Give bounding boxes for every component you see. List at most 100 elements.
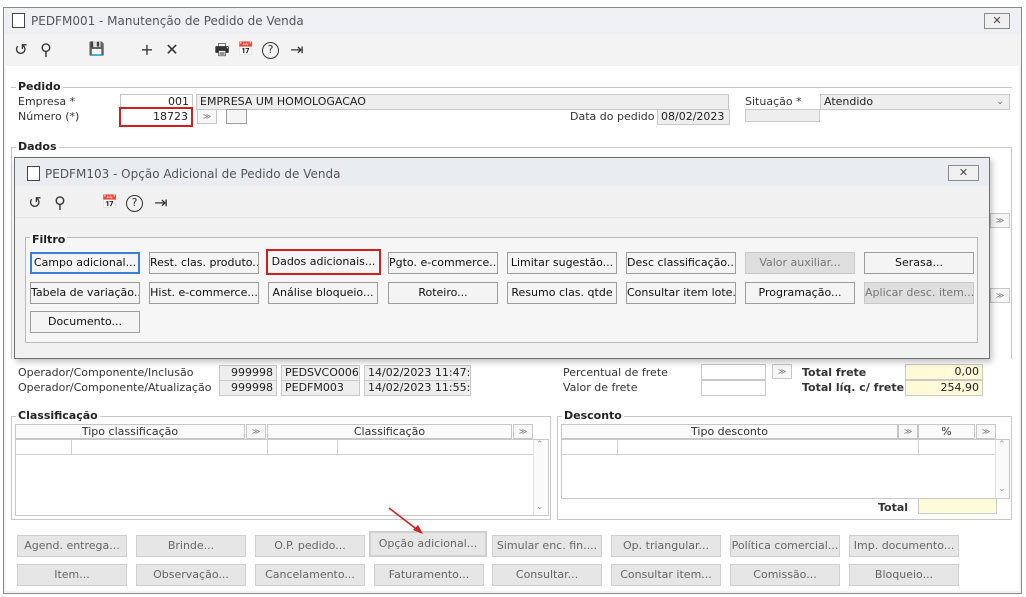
desconto-col-tipo-filter[interactable]: ≫ (898, 424, 918, 439)
consultar-button[interactable]: Consultar... (492, 564, 602, 586)
item-button[interactable]: Item... (17, 564, 127, 586)
desconto-group-title: Desconto (562, 409, 624, 422)
op-atualizacao-label: Operador/Componente/Atualização (18, 381, 212, 394)
save-icon[interactable]: 💾 (87, 40, 107, 60)
imp-documento-button[interactable]: Imp. documento... (849, 535, 959, 557)
desconto-col-tipo[interactable]: Tipo desconto (561, 424, 898, 439)
op-inclusao-code: 999998 (219, 365, 277, 381)
scroll-down-icon[interactable]: ⌄ (998, 484, 1006, 494)
numero-extra-button[interactable] (226, 109, 247, 124)
tabela-variacao-button[interactable]: Tabela de variação... (30, 282, 140, 304)
op-atualizacao-comp: PEDFM003 (281, 380, 360, 396)
data-pedido-field: 08/02/2023 (657, 109, 730, 125)
valor-auxiliar-button[interactable]: Valor auxiliar... (745, 252, 855, 274)
cancelamento-button[interactable]: Cancelamento... (255, 564, 365, 586)
print-icon[interactable]: 🖶 (212, 40, 232, 60)
resumo-clas-qtde-button[interactable]: Resumo clas. qtde (507, 282, 617, 304)
limitar-sugestao-button[interactable]: Limitar sugestão... (507, 252, 617, 274)
situacao-label: Situação * (745, 95, 802, 108)
dados-adicionais-button[interactable]: Dados adicionais... (266, 249, 381, 275)
agend-entrega-button[interactable]: Agend. entrega... (17, 535, 127, 557)
exit-icon[interactable]: ⇥ (287, 40, 307, 60)
dados-side-button-2[interactable]: ≫ (990, 288, 1010, 303)
classificacao-col-classificacao[interactable]: Classificação (267, 424, 512, 439)
classificacao-col-sep-2 (267, 440, 268, 454)
calendar-icon[interactable]: 📅 (236, 40, 256, 60)
calendar-icon[interactable]: 📅 (100, 193, 120, 213)
valor-frete-field[interactable] (701, 380, 766, 396)
numero-label: Número (*) (18, 110, 80, 123)
classificacao-col-sep-1 (71, 440, 72, 454)
bloqueio-button[interactable]: Bloqueio... (849, 564, 959, 586)
total-frete-label: Total frete (802, 366, 867, 379)
scroll-up-icon[interactable]: ⌃ (536, 440, 544, 450)
classificacao-col-tipo[interactable]: Tipo classificação (15, 424, 245, 439)
op-pedido-button[interactable]: O.P. pedido... (255, 535, 365, 557)
comissao-button[interactable]: Comissão... (730, 564, 840, 586)
consultar-item-button[interactable]: Consultar item... (611, 564, 721, 586)
consultar-item-lote-button[interactable]: Consultar item lote... (626, 282, 736, 304)
refresh-icon[interactable]: ↺ (25, 193, 45, 213)
search-icon[interactable]: ⚲ (36, 40, 56, 60)
annotation-arrow (388, 507, 423, 534)
brinde-button[interactable]: Brinde... (136, 535, 246, 557)
op-atualizacao-code: 999998 (219, 380, 277, 396)
classificacao-col-filter[interactable]: ≫ (513, 424, 533, 439)
add-icon[interactable]: + (137, 40, 157, 60)
help-icon[interactable]: ? (262, 42, 279, 59)
situacao-extra-field (745, 109, 820, 122)
politica-comercial-button[interactable]: Política comercial... (730, 535, 840, 557)
pgto-ecommerce-button[interactable]: Pgto. e-commerce... (388, 252, 498, 274)
situacao-select[interactable]: Atendido (820, 94, 1010, 110)
delete-icon[interactable]: ✕ (162, 40, 182, 60)
numero-field[interactable]: 18723 (119, 107, 193, 127)
desconto-col-percent-filter[interactable]: ≫ (976, 424, 996, 439)
op-triangular-button[interactable]: Op. triangular... (611, 535, 721, 557)
scroll-down-icon[interactable]: ⌄ (536, 502, 544, 512)
percentual-frete-label: Percentual de frete (563, 366, 668, 379)
main-close-button[interactable]: ✕ (984, 13, 1010, 29)
filtro-group-title: Filtro (30, 233, 68, 246)
campo-adicional-button[interactable]: Campo adicional... (30, 252, 140, 274)
percentual-frete-field[interactable] (701, 364, 766, 380)
desc-classificacao-button[interactable]: Desc classificação... (626, 252, 736, 274)
pedido-group-title: Pedido (16, 80, 63, 93)
desconto-col-sep-1 (617, 440, 618, 454)
help-icon[interactable]: ? (126, 195, 143, 212)
numero-lookup-button[interactable]: ≫ (197, 109, 217, 124)
desconto-total-label: Total (878, 501, 909, 514)
aplicar-desc-item-button[interactable]: Aplicar desc. item... (864, 282, 974, 304)
simular-enc-fin-button[interactable]: Simular enc. fin.... (492, 535, 602, 557)
hist-ecommerce-button[interactable]: Hist. e-commerce... (149, 282, 259, 304)
refresh-icon[interactable]: ↺ (11, 40, 31, 60)
empresa-name-field: EMPRESA UM HOMOLOGACAO (196, 94, 729, 110)
desconto-col-percent[interactable]: % (918, 424, 975, 439)
frete-lookup-button[interactable]: ≫ (772, 364, 792, 379)
classificacao-col-tipo-filter[interactable]: ≫ (246, 424, 266, 439)
scroll-up-icon[interactable]: ⌃ (998, 440, 1006, 450)
doc-icon (27, 166, 40, 181)
classificacao-grid[interactable] (15, 439, 549, 516)
desconto-grid[interactable] (561, 439, 1010, 499)
dialog-toolbar-divider (15, 217, 989, 218)
valor-frete-label: Valor de frete (563, 381, 638, 394)
serasa-button[interactable]: Serasa... (864, 252, 974, 274)
dados-side-button-1[interactable]: ≫ (990, 213, 1010, 228)
main-window-title: PEDFM001 - Manutenção de Pedido de Venda (31, 14, 304, 28)
chevron-down-icon[interactable]: ⌄ (994, 96, 1006, 108)
doc-icon (12, 13, 25, 28)
documento-button[interactable]: Documento... (30, 311, 140, 333)
search-icon[interactable]: ⚲ (50, 193, 70, 213)
dialog-close-button[interactable]: ✕ (948, 165, 979, 181)
exit-icon[interactable]: ⇥ (151, 193, 171, 213)
programacao-button[interactable]: Programação... (745, 282, 855, 304)
analise-bloqueio-button[interactable]: Análise bloqueio... (268, 282, 378, 304)
desconto-row-line (561, 454, 995, 455)
faturamento-button[interactable]: Faturamento... (374, 564, 484, 586)
observacao-button[interactable]: Observação... (136, 564, 246, 586)
total-liq-field: 254,90 (905, 380, 983, 396)
dados-group-title: Dados (16, 140, 59, 153)
rest-clas-produto-button[interactable]: Rest. clas. produto... (149, 252, 259, 274)
roteiro-button[interactable]: Roteiro... (388, 282, 498, 304)
desconto-col-sep-2 (918, 440, 919, 454)
